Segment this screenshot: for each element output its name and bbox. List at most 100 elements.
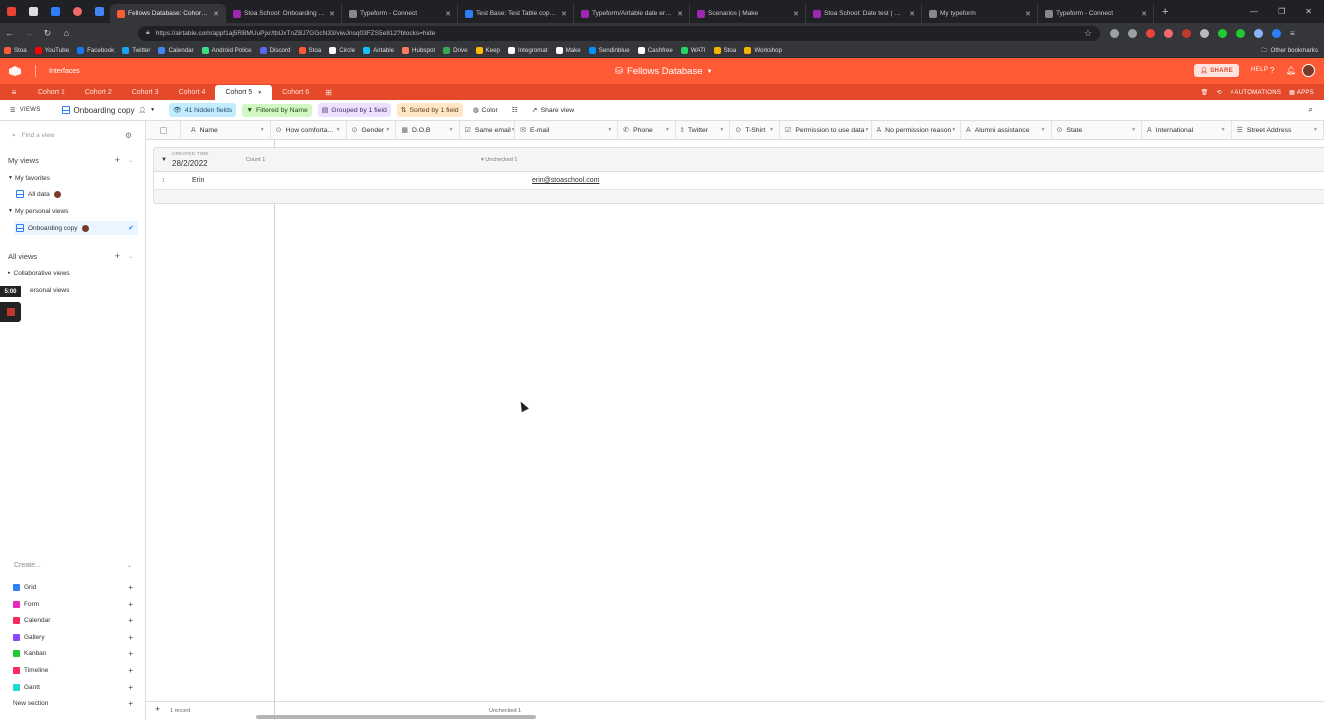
- bookmark-item[interactable]: Airtable: [363, 46, 394, 54]
- address-bar[interactable]: 🔒︎ https://airtable.com/appf1aj5RBMUuPjx…: [138, 25, 1100, 41]
- hide-fields-button[interactable]: 👁︎ 41 hidden fields: [169, 103, 237, 117]
- personal-views-section[interactable]: ersonal views: [30, 283, 158, 297]
- browser-tab[interactable]: Typeform - Connect ✕: [342, 4, 458, 23]
- chevron-down-icon[interactable]: ▼: [951, 127, 956, 133]
- minimize-icon[interactable]: —: [1250, 7, 1258, 16]
- chevron-down-icon[interactable]: ▼: [769, 127, 774, 133]
- other-bookmarks-folder[interactable]: 🗀 Other bookmarks: [1261, 45, 1318, 56]
- create-view-section[interactable]: Create... ⌄: [14, 562, 132, 569]
- browser-tab[interactable]: Fellows Database: Cohort 5 - Air ✕: [110, 4, 226, 23]
- my-personal-views-section[interactable]: ▼ My personal views: [8, 204, 136, 218]
- share-view-button[interactable]: ↗ Share view: [528, 103, 578, 117]
- horizontal-scrollbar[interactable]: [256, 715, 536, 719]
- help-icon[interactable]: ?: [1270, 66, 1274, 75]
- bookmark-item[interactable]: Keep: [475, 46, 500, 54]
- name-cell[interactable]: Erin: [192, 177, 204, 184]
- reload-icon[interactable]: ↻: [38, 28, 57, 39]
- sidebar-view-onboarding-copy[interactable]: Onboarding copy ✔: [14, 221, 138, 235]
- close-tab-icon[interactable]: ✕: [561, 10, 567, 18]
- table-tab-cohort-1[interactable]: Cohort 1: [28, 85, 75, 100]
- add-record-button[interactable]: +: [155, 704, 160, 714]
- bookmark-item[interactable]: Cashfree: [637, 46, 673, 54]
- pinned-tab-notion[interactable]: [22, 0, 44, 23]
- bookmark-item[interactable]: Make: [555, 46, 581, 54]
- history-icon[interactable]: ⟲: [1217, 89, 1222, 96]
- forward-icon[interactable]: →: [19, 28, 38, 38]
- pinned-tab-gmail[interactable]: [0, 0, 22, 23]
- user-avatar[interactable]: [1302, 64, 1315, 77]
- extension-icon[interactable]: [1272, 28, 1281, 38]
- chevron-down-icon[interactable]: ▼: [1041, 127, 1046, 133]
- row-height-button[interactable]: ☷: [508, 103, 522, 117]
- bookmark-item[interactable]: Facebook: [77, 46, 114, 54]
- table-tab-cohort-4[interactable]: Cohort 4: [169, 85, 216, 100]
- views-toggle-button[interactable]: ☰ VIEWS: [10, 107, 41, 114]
- group-button[interactable]: ▤ Grouped by 1 field: [317, 103, 391, 117]
- browser-tab[interactable]: Stoa School: Date test | Make ✕: [806, 4, 922, 23]
- close-tab-icon[interactable]: ✕: [329, 10, 335, 18]
- column-header[interactable]: A International ▼: [1142, 121, 1232, 140]
- chevron-down-icon[interactable]: ▼: [864, 127, 869, 133]
- create-timeline-view[interactable]: Timeline +: [13, 666, 133, 675]
- browser-tab[interactable]: Stoa School: Onboarding Data ✕: [226, 4, 342, 23]
- chevron-down-icon[interactable]: ▼: [719, 127, 724, 133]
- bookmark-item[interactable]: Drive: [443, 46, 468, 54]
- create-form-view[interactable]: Form +: [13, 600, 133, 609]
- bookmark-item[interactable]: Stoa: [713, 46, 736, 54]
- bookmark-item[interactable]: Stoa: [4, 46, 27, 54]
- table-tab-cohort-5[interactable]: Cohort 5 ▼: [215, 85, 273, 100]
- search-icon[interactable]: ⌕: [1309, 105, 1313, 115]
- chevron-down-icon[interactable]: ▼: [607, 127, 612, 133]
- column-header[interactable]: ⊙ Gender ▼: [347, 121, 397, 140]
- column-header[interactable]: A Alumni assistance ▼: [961, 121, 1052, 140]
- extension-icon[interactable]: [1200, 28, 1209, 38]
- interfaces-link[interactable]: Interfaces: [49, 68, 80, 75]
- chevron-down-icon[interactable]: ▼: [449, 127, 454, 133]
- pinned-tab-asana[interactable]: [66, 0, 88, 23]
- back-icon[interactable]: ←: [0, 28, 19, 38]
- browser-tab[interactable]: Scenarios | Make ✕: [690, 4, 806, 23]
- column-header[interactable]: 𝕥 Twitter ▼: [676, 121, 731, 140]
- help-link[interactable]: HELP: [1251, 67, 1268, 73]
- email-cell[interactable]: erin@stoaschool.com: [532, 177, 599, 184]
- collaborative-views-section[interactable]: ▸ Collaborative views: [8, 266, 136, 280]
- bookmark-item[interactable]: Circle: [329, 46, 355, 54]
- apps-button[interactable]: ▦ APPS: [1289, 89, 1314, 96]
- chevron-down-icon[interactable]: ▼: [665, 127, 670, 133]
- bookmark-item[interactable]: Integromat: [508, 46, 548, 54]
- column-header[interactable]: A No permission reason ▼: [872, 121, 962, 140]
- browser-menu-icon[interactable]: ≡: [1290, 29, 1295, 38]
- extension-icon[interactable]: [1182, 28, 1191, 38]
- column-header[interactable]: ☰ Street Address ▼: [1232, 121, 1324, 140]
- share-button[interactable]: 👤︎ SHARE: [1194, 64, 1240, 77]
- extension-icon[interactable]: [1254, 28, 1263, 38]
- bookmark-item[interactable]: Hubspot: [402, 46, 435, 54]
- pinned-tab-trello[interactable]: [44, 0, 66, 23]
- chevron-down-icon[interactable]: ▼: [260, 127, 265, 133]
- bookmark-item[interactable]: Twitter: [122, 46, 150, 54]
- close-window-icon[interactable]: ✕: [1305, 7, 1312, 16]
- pinned-tab-calendar[interactable]: [88, 0, 110, 23]
- chevron-down-icon[interactable]: ▼: [257, 90, 262, 96]
- browser-tab[interactable]: My typeform ✕: [922, 4, 1038, 23]
- browser-tab[interactable]: Test Base: Test Table copy - Air ✕: [458, 4, 574, 23]
- table-tab-cohort-2[interactable]: Cohort 2: [75, 85, 122, 100]
- gear-icon[interactable]: ⚙︎: [125, 131, 132, 140]
- column-header[interactable]: ☑ Permission to use data ▼: [780, 121, 872, 140]
- column-header[interactable]: A Name ▼: [181, 121, 271, 140]
- extension-icon[interactable]: [1218, 28, 1227, 38]
- create-grid-view[interactable]: Grid +: [13, 583, 133, 592]
- bookmark-item[interactable]: Android Police: [201, 46, 252, 54]
- my-views-section[interactable]: My views + ⌄: [8, 155, 133, 165]
- bookmark-item[interactable]: Sendinblue: [588, 46, 630, 54]
- chevron-down-icon[interactable]: ▼: [1221, 127, 1226, 133]
- column-header[interactable]: ⊙ How comforta... ▼: [271, 121, 347, 140]
- column-header[interactable]: ▦ D.O.B ▼: [396, 121, 460, 140]
- create-kanban-view[interactable]: Kanban +: [13, 649, 133, 658]
- notification-bell-icon[interactable]: 🔔︎: [1286, 66, 1296, 75]
- close-tab-icon[interactable]: ✕: [909, 10, 915, 18]
- bookmark-star-icon[interactable]: ☆: [1084, 28, 1092, 39]
- chevron-down-icon[interactable]: ▼: [336, 127, 341, 133]
- find-view-input[interactable]: ⌕ Find a view ⚙︎: [12, 131, 132, 140]
- create-gantt-view[interactable]: Gantt +: [13, 683, 133, 692]
